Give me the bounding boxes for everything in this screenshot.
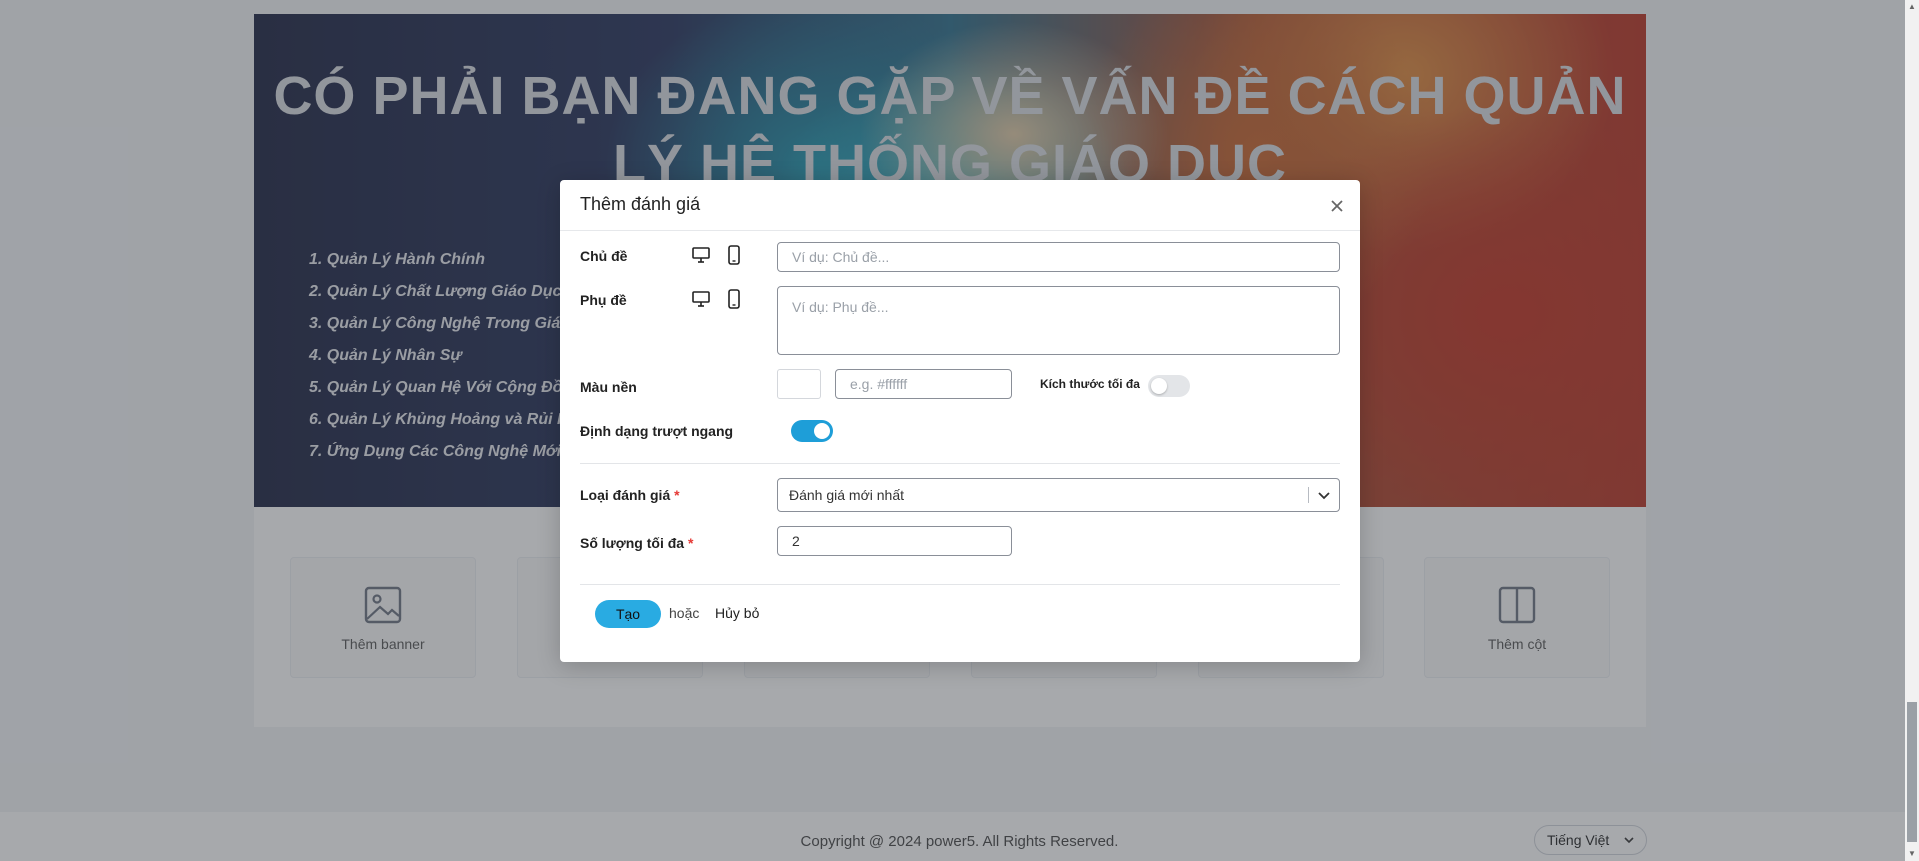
topic-label: Chủ đề	[580, 248, 628, 264]
max-size-toggle[interactable]	[1148, 375, 1190, 397]
add-review-modal: Thêm đánh giá Chủ đề Phụ đề Màu nền Kích…	[560, 180, 1360, 662]
scroll-down-arrow[interactable]: ▼	[1907, 849, 1917, 859]
horizontal-scroll-toggle[interactable]	[791, 420, 833, 442]
mobile-icon[interactable]	[724, 289, 744, 309]
subtitle-textarea[interactable]	[777, 286, 1340, 355]
cancel-link[interactable]: Hủy bỏ	[715, 605, 759, 621]
modal-title: Thêm đánh giá	[580, 194, 701, 214]
modal-header: Thêm đánh giá	[560, 180, 1360, 231]
toggle-knob	[1151, 378, 1167, 394]
background-color-input[interactable]	[835, 369, 1012, 399]
toggle-knob	[814, 423, 830, 439]
review-type-value: Đánh giá mới nhất	[789, 487, 905, 503]
max-quantity-label: Số lượng tối đa *	[580, 535, 693, 551]
topic-input[interactable]	[777, 242, 1340, 272]
divider	[580, 463, 1340, 464]
chevron-down-icon[interactable]	[1316, 488, 1332, 504]
required-asterisk: *	[674, 487, 680, 503]
max-quantity-input[interactable]	[777, 526, 1012, 556]
create-button[interactable]: Tạo	[595, 600, 661, 628]
max-quantity-label-text: Số lượng tối đa	[580, 535, 685, 551]
review-type-label-text: Loại đánh giá	[580, 487, 671, 503]
desktop-icon[interactable]	[691, 245, 711, 265]
max-size-label: Kích thước tối đa	[1040, 377, 1140, 391]
divider	[580, 584, 1340, 585]
close-icon[interactable]	[1326, 195, 1348, 217]
scroll-up-arrow[interactable]: ▲	[1907, 2, 1917, 12]
or-text: hoặc	[669, 605, 700, 621]
color-swatch[interactable]	[777, 369, 821, 399]
subtitle-label: Phụ đề	[580, 292, 627, 308]
required-asterisk: *	[687, 535, 694, 551]
horizontal-scroll-label: Định dạng trượt ngang	[580, 423, 734, 439]
select-separator	[1308, 487, 1309, 503]
review-type-label: Loại đánh giá *	[580, 487, 680, 503]
scrollbar-thumb[interactable]	[1907, 702, 1917, 842]
desktop-icon[interactable]	[691, 289, 711, 309]
review-type-select[interactable]: Đánh giá mới nhất	[777, 478, 1340, 512]
mobile-icon[interactable]	[724, 245, 744, 265]
background-color-label: Màu nền	[580, 379, 637, 395]
